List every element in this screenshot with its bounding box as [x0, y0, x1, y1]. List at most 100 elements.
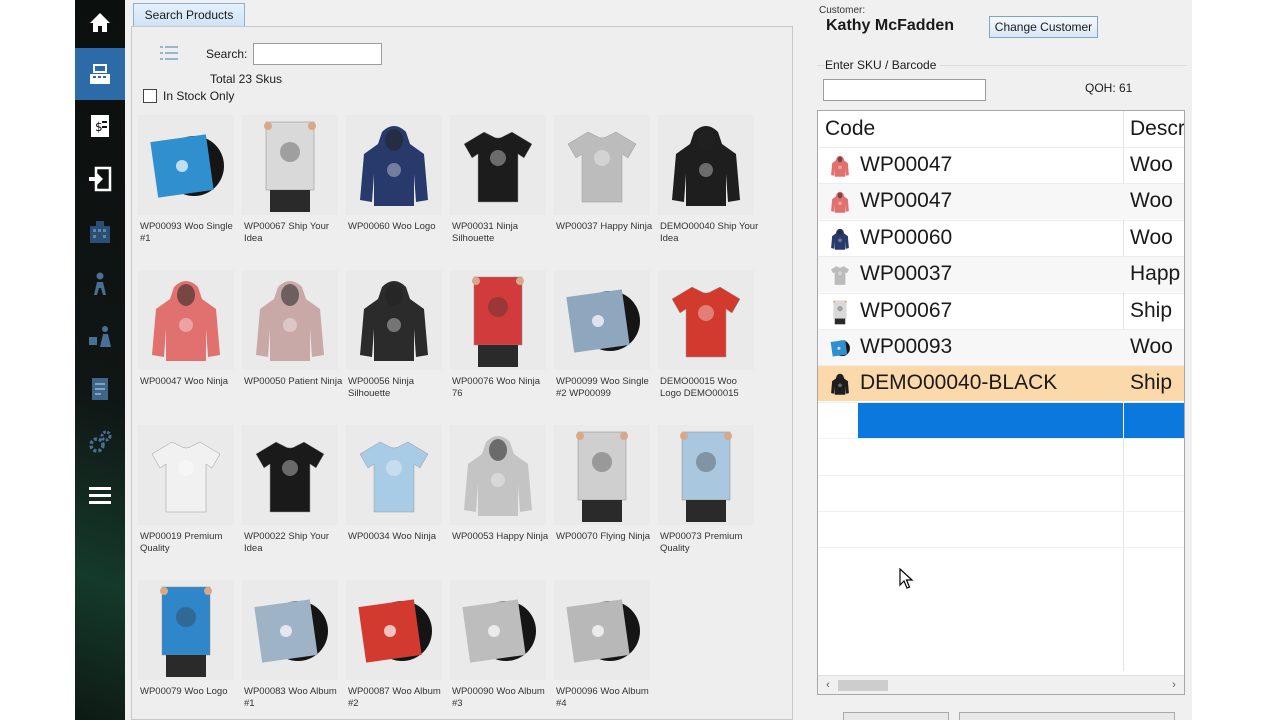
- cart-new-row[interactable]: [818, 401, 1184, 439]
- scroll-thumb[interactable]: [838, 680, 888, 691]
- new-row-description-cell[interactable]: [1124, 402, 1184, 439]
- search-input[interactable]: [253, 43, 382, 65]
- product-tile[interactable]: WP00073 Premium Quality: [658, 425, 754, 575]
- product-thumbnail[interactable]: [554, 580, 650, 680]
- product-thumbnail[interactable]: [450, 425, 546, 525]
- product-tile[interactable]: WP00070 Flying Ninja: [554, 425, 650, 575]
- product-tile[interactable]: WP00093 Woo Single #1: [138, 115, 234, 265]
- bottom-button-2[interactable]: [959, 712, 1175, 720]
- product-tile[interactable]: WP00083 Woo Album #1: [242, 580, 338, 720]
- hoodie-image-icon: [672, 126, 740, 206]
- product-tile[interactable]: WP00047 Woo Ninja: [138, 270, 234, 420]
- sidebar-item-home[interactable]: [75, 0, 125, 48]
- product-thumbnail[interactable]: [242, 580, 338, 680]
- product-tile[interactable]: WP00019 Premium Quality: [138, 425, 234, 575]
- vinyl-thumb-icon: [830, 339, 850, 357]
- product-thumbnail[interactable]: [138, 580, 234, 680]
- product-thumbnail[interactable]: [242, 270, 338, 370]
- sku-barcode-input[interactable]: [823, 79, 986, 101]
- product-tile[interactable]: DEMO00015 Woo Logo DEMO00015: [658, 270, 754, 420]
- column-header-description[interactable]: Descr: [1130, 111, 1184, 147]
- product-thumbnail[interactable]: [450, 115, 546, 215]
- new-row-code-cell[interactable]: [858, 402, 1123, 439]
- product-tile[interactable]: WP00079 Woo Logo: [138, 580, 234, 720]
- product-tile[interactable]: WP00090 Woo Album #3: [450, 580, 546, 720]
- product-thumbnail[interactable]: [554, 425, 650, 525]
- product-thumbnail[interactable]: [346, 425, 442, 525]
- bottom-button-1[interactable]: [843, 712, 949, 720]
- cart-row[interactable]: WP00093 Woo: [818, 329, 1184, 365]
- product-tile[interactable]: WP00076 Woo Ninja 76: [450, 270, 546, 420]
- product-label: WP00047 Woo Ninja: [140, 376, 229, 387]
- hoodie-image-icon: [360, 281, 428, 361]
- product-thumbnail[interactable]: [658, 425, 754, 525]
- vinyl-image-icon: [566, 599, 640, 663]
- vinyl-image-icon: [254, 599, 328, 663]
- product-tile[interactable]: WP00037 Happy Ninja: [554, 115, 652, 265]
- cart-row[interactable]: WP00067 Ship: [818, 292, 1184, 329]
- in-stock-checkbox[interactable]: [143, 89, 157, 103]
- product-tile[interactable]: WP00050 Patient Ninja: [242, 270, 342, 420]
- vinyl-image-icon: [566, 289, 640, 353]
- column-header-code[interactable]: Code: [825, 111, 875, 147]
- product-label: WP00019 Premium Quality: [140, 531, 223, 554]
- customer-caption: Customer:: [819, 5, 866, 16]
- sidebar-item-invoice[interactable]: $: [75, 100, 125, 152]
- product-tile[interactable]: WP00087 Woo Album #2: [346, 580, 442, 720]
- cart-row[interactable]: DEMO00040-BLACK Ship: [818, 365, 1184, 402]
- change-customer-button[interactable]: Change Customer: [989, 16, 1098, 38]
- product-thumbnail[interactable]: [554, 270, 650, 370]
- sign-in-icon: [89, 166, 112, 192]
- sidebar-item-report[interactable]: [75, 363, 125, 415]
- product-thumbnail[interactable]: [346, 115, 442, 215]
- in-stock-label[interactable]: In Stock Only: [163, 89, 234, 103]
- cart-row-thumbnail: [829, 334, 851, 362]
- tshirt-image-icon: [567, 131, 637, 203]
- tab-search-products[interactable]: Search Products: [133, 3, 245, 26]
- tshirt-image-icon: [359, 441, 429, 513]
- cart-row[interactable]: WP00047 Woo: [818, 147, 1184, 183]
- product-thumbnail[interactable]: [346, 580, 442, 680]
- sidebar-item-sign-in[interactable]: [75, 153, 125, 205]
- sidebar-item-building[interactable]: [75, 206, 125, 258]
- sidebar-item-menu[interactable]: [75, 469, 125, 521]
- product-thumbnail[interactable]: [138, 115, 234, 215]
- product-thumbnail[interactable]: [658, 270, 754, 370]
- home-icon: [90, 13, 110, 32]
- product-label: WP00090 Woo Album #3: [452, 686, 545, 709]
- cart-row[interactable]: WP00037 Happ: [818, 256, 1184, 293]
- product-tile[interactable]: WP00022 Ship Your Idea: [242, 425, 338, 575]
- product-tile[interactable]: WP00031 Ninja Silhouette: [450, 115, 546, 265]
- product-tile[interactable]: WP00067 Ship Your Idea: [242, 115, 338, 265]
- product-thumbnail[interactable]: [138, 270, 234, 370]
- product-thumbnail[interactable]: [346, 270, 442, 370]
- cart-row[interactable]: WP00047 Woo: [818, 183, 1184, 220]
- product-tile[interactable]: WP00053 Happy Ninja: [450, 425, 548, 575]
- list-view-icon[interactable]: [160, 45, 178, 61]
- scroll-right-icon[interactable]: ›: [1167, 678, 1181, 692]
- product-thumbnail[interactable]: [450, 270, 546, 370]
- product-tile[interactable]: WP00056 Ninja Silhouette: [346, 270, 442, 420]
- hoodie-thumb-icon: [831, 192, 849, 214]
- product-thumbnail[interactable]: [138, 425, 234, 525]
- sidebar-item-cash-register[interactable]: [75, 48, 125, 100]
- sidebar-item-dolly[interactable]: [75, 311, 125, 363]
- product-tile[interactable]: WP00099 Woo Single #2 WP00099: [554, 270, 650, 420]
- sidebar-item-person[interactable]: [75, 258, 125, 310]
- product-tile[interactable]: WP00096 Woo Album #4: [554, 580, 650, 720]
- cart-row[interactable]: WP00060 Woo: [818, 219, 1184, 256]
- sidebar-item-gears[interactable]: [75, 416, 125, 468]
- product-thumbnail[interactable]: [554, 115, 650, 215]
- horizontal-scrollbar[interactable]: ‹ ›: [818, 675, 1184, 694]
- product-tile[interactable]: WP00060 Woo Logo: [346, 115, 442, 265]
- product-tile[interactable]: DEMO00040 Ship Your Idea: [658, 115, 758, 265]
- product-tile[interactable]: WP00034 Woo Ninja: [346, 425, 442, 575]
- scroll-left-icon[interactable]: ‹: [821, 678, 835, 692]
- cart-row-thumbnail: [829, 188, 851, 216]
- product-thumbnail[interactable]: [658, 115, 754, 215]
- product-label: WP00056 Ninja Silhouette: [348, 376, 415, 399]
- product-thumbnail[interactable]: [450, 580, 546, 680]
- product-thumbnail[interactable]: [242, 115, 338, 215]
- cart-row-description: Ship: [1130, 298, 1173, 322]
- product-thumbnail[interactable]: [242, 425, 338, 525]
